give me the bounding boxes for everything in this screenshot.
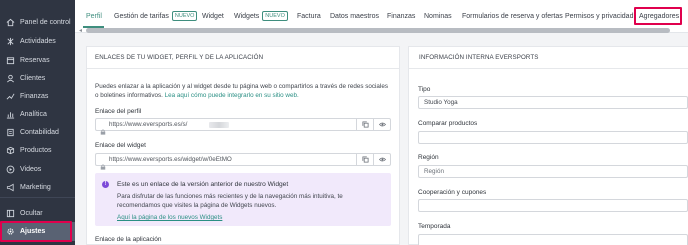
notice-title: Este es un enlace de la versión anterior… bbox=[117, 181, 289, 188]
sidebar-item-label: Productos bbox=[20, 146, 52, 154]
cooperacion-label: Cooperación y cupones bbox=[418, 189, 487, 196]
tab-formularios[interactable]: Formularios de reserva y ofertas bbox=[462, 11, 563, 23]
copy-icon bbox=[361, 121, 369, 128]
info-icon: ! bbox=[102, 181, 109, 188]
finance-icon bbox=[6, 92, 15, 101]
users-icon bbox=[6, 74, 15, 83]
sidebar-item-analitica[interactable]: Analítica bbox=[0, 105, 75, 123]
new-badge: NUEVO bbox=[171, 11, 198, 21]
region-field[interactable]: Región bbox=[418, 165, 688, 178]
sidebar-item-actividades[interactable]: Actividades bbox=[0, 32, 75, 50]
sidebar-item-label: Reservas bbox=[20, 56, 50, 64]
agregadores-highlight bbox=[634, 7, 682, 25]
notice-body-line1: Para disfrutar de las funciones más reci… bbox=[117, 193, 343, 200]
calendar-icon bbox=[6, 56, 15, 65]
redacted-text bbox=[209, 122, 229, 128]
scroll-left-icon[interactable]: ◂ bbox=[79, 28, 85, 34]
lock-icon bbox=[100, 122, 106, 135]
tab-factura[interactable]: Factura bbox=[297, 11, 321, 23]
sidebar-item-label: Finanzas bbox=[20, 92, 49, 100]
tab-finanzas[interactable]: Finanzas bbox=[387, 11, 415, 23]
sidebar-item-clientes[interactable]: Clientes bbox=[0, 69, 75, 87]
profile-url: https://www.eversports.es/s/ bbox=[109, 121, 188, 128]
app-link-label: Enlace de la aplicación bbox=[95, 236, 162, 243]
sidebar-item-marketing[interactable]: Marketing bbox=[0, 178, 75, 196]
sidebar-item-panel-de-control[interactable]: Panel de control bbox=[0, 13, 75, 31]
preview-profile-button[interactable] bbox=[373, 118, 390, 131]
app-window: Panel de control Actividades Reservas Cl… bbox=[0, 0, 688, 245]
sidebar-item-label: Actividades bbox=[20, 37, 56, 45]
new-badge: NUEVO bbox=[262, 11, 288, 21]
tab-perfil[interactable]: Perfil bbox=[86, 11, 102, 23]
temporada-field[interactable] bbox=[418, 234, 688, 245]
new-widgets-link[interactable]: Aquí la página de los nuevos Widgets bbox=[117, 213, 222, 222]
profile-url-field[interactable]: https://www.eversports.es/s/ bbox=[95, 118, 391, 135]
home-icon bbox=[6, 18, 15, 27]
sidebar-item-label: Panel de control bbox=[20, 18, 71, 26]
integration-help-link[interactable]: Lea aquí cómo puede integrarlo en su sit… bbox=[165, 92, 299, 99]
tipo-label: Tipo bbox=[418, 86, 431, 93]
sidebar-item-label: Analítica bbox=[20, 110, 47, 118]
sidebar-item-reservas[interactable]: Reservas bbox=[0, 51, 75, 69]
accounting-icon bbox=[6, 128, 15, 137]
internal-info-card: INFORMACIÓN INTERNA EVERSPORTS bbox=[408, 46, 688, 245]
horizontal-scrollbar[interactable] bbox=[86, 28, 670, 33]
sidebar-item-videos[interactable]: Videos bbox=[0, 160, 75, 178]
preview-widget-button[interactable] bbox=[373, 153, 390, 166]
copy-icon bbox=[361, 156, 369, 163]
profile-link-label: Enlace del perfil bbox=[95, 108, 142, 115]
eye-icon bbox=[378, 122, 386, 127]
notice-body-line2: recomendamos que visites la página de Wi… bbox=[117, 202, 277, 209]
video-icon bbox=[6, 165, 15, 174]
cooperacion-field[interactable] bbox=[418, 199, 688, 212]
copy-profile-button[interactable] bbox=[356, 118, 373, 131]
sidebar-item-label: Ocultar bbox=[20, 209, 43, 217]
copy-widget-button[interactable] bbox=[356, 153, 373, 166]
ajustes-highlight bbox=[0, 221, 72, 242]
comparar-productos-label: Comparar productos bbox=[418, 120, 478, 127]
tab-widget[interactable]: Widget bbox=[202, 11, 224, 23]
sidebar-item-productos[interactable]: Productos bbox=[0, 141, 75, 159]
sidebar: Panel de control Actividades Reservas Cl… bbox=[0, 0, 75, 245]
sidebar-item-label: Videos bbox=[20, 165, 42, 173]
widget-url-field[interactable]: https://www.eversports.es/widget/w/0eEtM… bbox=[95, 153, 391, 170]
megaphone-icon bbox=[6, 183, 15, 192]
eye-icon bbox=[378, 157, 386, 162]
temporada-label: Temporada bbox=[418, 223, 451, 230]
chart-icon bbox=[6, 110, 15, 119]
sidebar-item-contabilidad[interactable]: Contabilidad bbox=[0, 123, 75, 141]
widget-url: https://www.eversports.es/widget/w/0eEtM… bbox=[109, 156, 232, 163]
box-icon bbox=[6, 146, 15, 155]
tipo-field[interactable]: Studio Yoga bbox=[418, 96, 688, 109]
sidebar-item-label: Marketing bbox=[20, 183, 51, 191]
tab-permisos-y-privacidad[interactable]: Permisos y privacidad bbox=[565, 11, 633, 23]
tab-gestion-de-tarifas[interactable]: Gestión de tarifas NUEVO bbox=[114, 11, 198, 23]
lock-icon bbox=[100, 157, 106, 170]
sidebar-item-ocultar[interactable]: Ocultar bbox=[0, 204, 75, 222]
sidebar-item-label: Contabilidad bbox=[20, 128, 59, 136]
collapse-icon bbox=[6, 209, 15, 218]
internal-info-card-title: INFORMACIÓN INTERNA EVERSPORTS bbox=[409, 47, 688, 69]
sidebar-item-label: Clientes bbox=[20, 74, 46, 82]
tab-nominas[interactable]: Nominas bbox=[424, 11, 452, 23]
region-label: Región bbox=[418, 154, 439, 161]
intro-text: Puedes enlazar a la aplicación y al widg… bbox=[95, 83, 388, 99]
tab-datos-maestros[interactable]: Datos maestros bbox=[330, 11, 379, 23]
sidebar-item-finanzas[interactable]: Finanzas bbox=[0, 87, 75, 105]
widget-link-label: Enlace del widget bbox=[95, 142, 146, 149]
tab-widgets[interactable]: Widgets NUEVO bbox=[234, 11, 288, 23]
sidebar-divider bbox=[0, 197, 75, 198]
activity-icon bbox=[6, 37, 15, 46]
links-card-title: ENLACES DE TU WIDGET, PERFIL Y DE LA APL… bbox=[87, 47, 399, 69]
legacy-widget-notice: ! Este es un enlace de la versión anteri… bbox=[95, 173, 391, 226]
comparar-productos-field[interactable] bbox=[418, 131, 688, 144]
